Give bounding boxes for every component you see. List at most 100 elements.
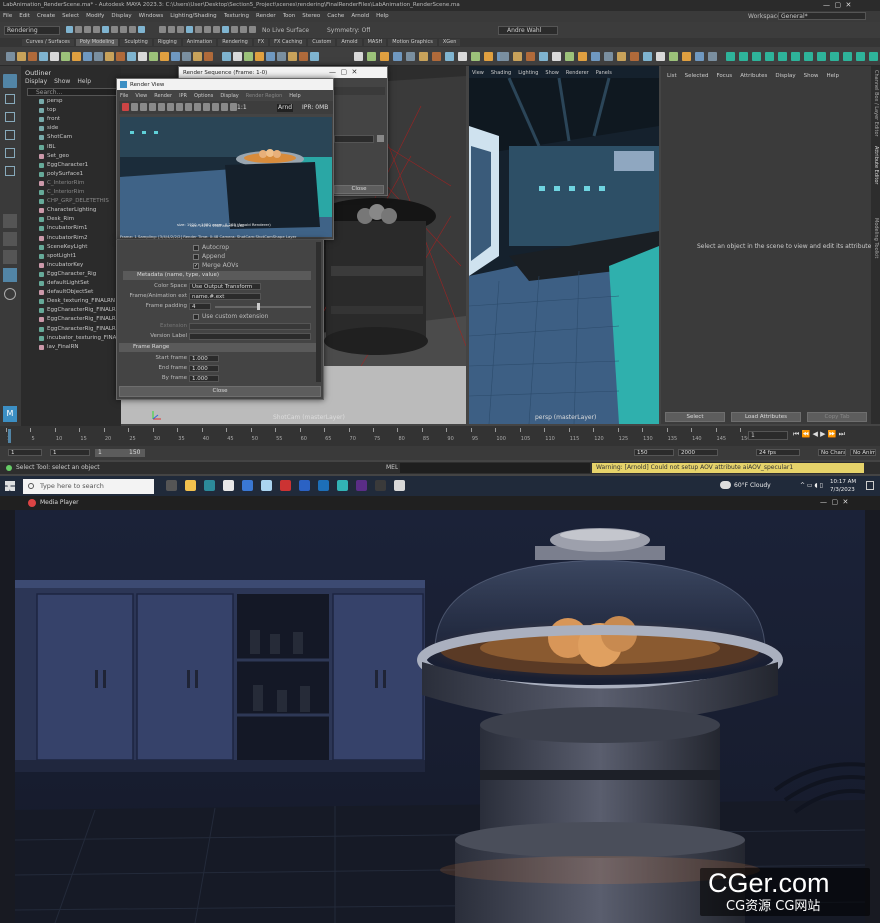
attr-menu-attributes[interactable]: Attributes	[740, 72, 767, 80]
outliner-item[interactable]: spotLight1	[39, 253, 76, 260]
outliner-menu-display[interactable]: Display	[25, 78, 47, 86]
persp-viewport[interactable]: View Shading Lighting Show Renderer Panels pe…	[469, 66, 659, 424]
taskbar-app-icon[interactable]	[185, 480, 196, 491]
outliner-item[interactable]: defaultObjectSet	[39, 289, 93, 296]
taskbar-app-icon[interactable]	[394, 480, 405, 491]
render-view-tool-icon[interactable]	[194, 103, 201, 111]
render-view-menu-renderregion[interactable]: Render Region	[246, 92, 283, 100]
status-tool-icon[interactable]	[213, 26, 220, 33]
status-tool-icon[interactable]	[102, 26, 109, 33]
render-sequence-titlebar[interactable]: Render Sequence (Frame: 1-0) — ▢ ✕	[179, 67, 387, 78]
shelf-tool-icon[interactable]	[116, 52, 125, 61]
rotate-tool-icon[interactable]	[5, 148, 15, 158]
attr-menu-display[interactable]: Display	[775, 72, 795, 80]
status-tool-icon[interactable]	[204, 26, 211, 33]
shelf-tool-icon[interactable]	[778, 52, 787, 61]
render-view-tool-icon[interactable]	[230, 103, 237, 111]
shelf-tool-icon[interactable]	[695, 52, 704, 61]
start-time-field[interactable]: 1	[8, 449, 42, 456]
render-sequence-controls[interactable]: — ▢ ✕	[329, 68, 357, 76]
render-view-tool-icon[interactable]	[131, 103, 138, 111]
status-tool-icon[interactable]	[129, 26, 136, 33]
outliner-menu-help[interactable]: Help	[77, 78, 91, 86]
shelf-tool-icon[interactable]	[643, 52, 652, 61]
media-player-titlebar[interactable]: Media Player — ▢ ✕	[0, 496, 880, 510]
shelf-tool-icon[interactable]	[83, 52, 92, 61]
menu-display[interactable]: Display	[111, 12, 131, 21]
outliner-item[interactable]: Desk_texturing_FINALRN	[39, 298, 115, 305]
command-input[interactable]	[400, 463, 590, 473]
taskbar-app-icon[interactable]	[280, 480, 291, 491]
live-surface-label[interactable]: No Live Surface	[262, 27, 309, 35]
attr-menu-show[interactable]: Show	[804, 72, 819, 80]
shelf-tool-icon[interactable]	[171, 52, 180, 61]
weather-text[interactable]: 60°F Cloudy	[734, 482, 771, 490]
shelf-tab-polymodeling[interactable]: Poly Modeling	[75, 39, 119, 46]
attr-menu-help[interactable]: Help	[826, 72, 839, 80]
clock-time[interactable]: 10:17 AM	[830, 478, 856, 486]
shelf-tool-icon[interactable]	[393, 52, 402, 61]
shelf-tab-arnold[interactable]: Arnold	[337, 39, 362, 46]
shelf-tool-icon[interactable]	[39, 52, 48, 61]
menu-cache[interactable]: Cache	[327, 12, 344, 21]
render-view-ratio[interactable]: 1:1	[237, 104, 247, 112]
render-view-titlebar[interactable]: Render View	[117, 79, 333, 90]
shelf-tool-icon[interactable]	[682, 52, 691, 61]
copy-tab-button[interactable]: Copy Tab	[807, 412, 867, 422]
settings-scrollbar[interactable]	[316, 242, 321, 382]
color-space-dropdown[interactable]: Use Output Transform	[189, 283, 261, 290]
shelf-tool-icon[interactable]	[127, 52, 136, 61]
outliner-item[interactable]: IncubatorKey	[39, 262, 83, 269]
render-view-menu-view[interactable]: View	[135, 92, 147, 100]
shelf-tool-icon[interactable]	[669, 52, 678, 61]
status-tool-icon[interactable]	[111, 26, 118, 33]
shelf-tool-icon[interactable]	[6, 52, 15, 61]
start-frame-field[interactable]: 1.000	[189, 355, 219, 362]
shelf-tab-xgen[interactable]: XGen	[438, 39, 461, 46]
persp-menu-lighting[interactable]: Lighting	[518, 69, 538, 77]
shelf-tool-icon[interactable]	[565, 52, 574, 61]
render-view-tool-icon[interactable]	[185, 103, 192, 111]
shelf-tool-icon[interactable]	[354, 52, 363, 61]
character-set-dropdown[interactable]: No Character Set	[818, 449, 846, 456]
outliner-item[interactable]: EggCharacterRig_FINALRN2	[39, 326, 121, 333]
taskbar-app-icon[interactable]	[223, 480, 234, 491]
shelf-tool-icon[interactable]	[17, 52, 26, 61]
menu-arnold[interactable]: Arnold	[351, 12, 369, 21]
render-view-tool-icon[interactable]	[140, 103, 147, 111]
outliner-item[interactable]: top	[39, 107, 56, 114]
status-tool-icon[interactable]	[240, 26, 247, 33]
outliner-item[interactable]: EggCharacterRig_FINALRN1	[39, 316, 121, 323]
autocrop-checkbox[interactable]	[193, 245, 199, 251]
status-tool-icon[interactable]	[195, 26, 202, 33]
render-view-menu-ipr[interactable]: IPR	[179, 92, 187, 100]
extension-field[interactable]	[189, 323, 311, 330]
menu-windows[interactable]: Windows	[139, 12, 164, 21]
shelf-tool-icon[interactable]	[266, 52, 275, 61]
outliner-item[interactable]: CHP_GRP_DELETETHIS	[39, 198, 109, 205]
status-tool-icon[interactable]	[84, 26, 91, 33]
menu-help[interactable]: Help	[376, 12, 389, 21]
range-end-field[interactable]: 150	[634, 449, 674, 456]
shelf-tool-icon[interactable]	[367, 52, 376, 61]
persp-menu-panels[interactable]: Panels	[596, 69, 612, 77]
symmetry-label[interactable]: Symmetry: Off	[327, 27, 370, 35]
shelf-tab-mash[interactable]: MASH	[363, 39, 387, 46]
end-time-field[interactable]: 2000	[678, 449, 718, 456]
render-view-tool-icon[interactable]	[212, 103, 219, 111]
shelf-tab-fx[interactable]: FX	[253, 39, 269, 46]
render-view-tool-icon[interactable]	[167, 103, 174, 111]
load-attributes-button[interactable]: Load Attributes	[731, 412, 801, 422]
shelf-tab-fxcaching[interactable]: FX Caching	[270, 39, 307, 46]
taskbar-app-icon[interactable]	[375, 480, 386, 491]
current-frame-field[interactable]: 1	[748, 431, 788, 440]
outliner-item[interactable]: incubator_texturing_FINALRN	[39, 335, 121, 342]
attr-menu-selected[interactable]: Selected	[685, 72, 709, 80]
shelf-tool-icon[interactable]	[222, 52, 231, 61]
outliner-search[interactable]: Search...	[27, 88, 117, 96]
attr-menu-list[interactable]: List	[667, 72, 677, 80]
status-tool-icon[interactable]	[120, 26, 127, 33]
shelf-tool-icon[interactable]	[61, 52, 70, 61]
layout-outliner-icon[interactable]	[3, 268, 17, 282]
outliner-item[interactable]: IncubatorRim1	[39, 225, 87, 232]
